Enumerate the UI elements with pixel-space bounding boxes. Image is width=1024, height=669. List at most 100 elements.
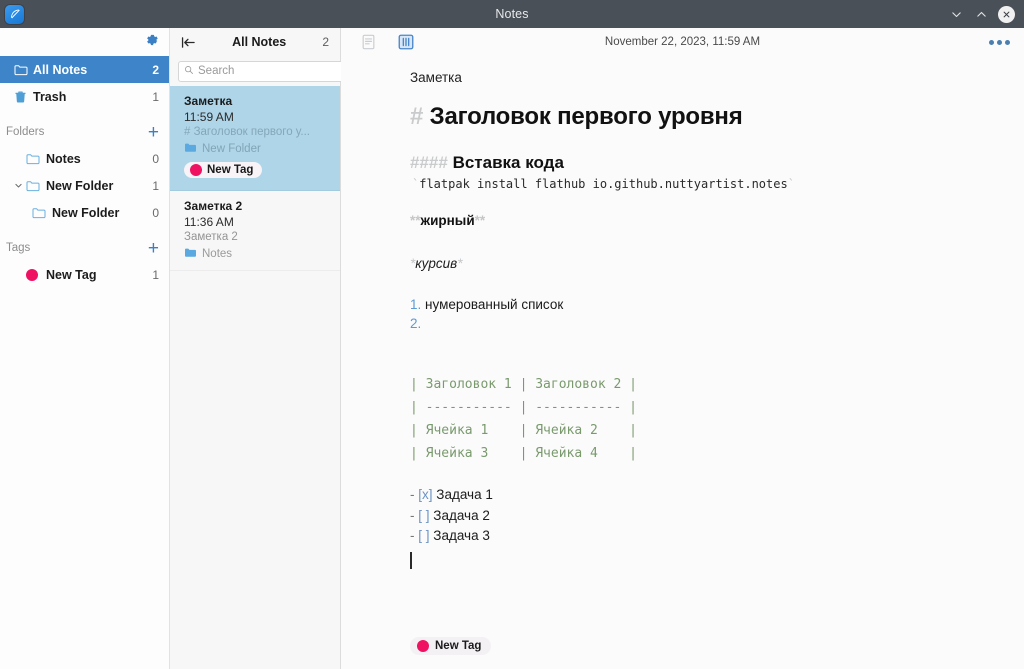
note-item-time: 11:59 AM	[184, 110, 234, 124]
sidebar-tag-new-tag[interactable]: New Tag 1	[0, 261, 169, 288]
folder-icon	[184, 142, 197, 156]
editor-tag-chip[interactable]: New Tag	[410, 637, 492, 655]
task-list-item: - [ ] Задача 2	[410, 506, 1024, 527]
more-options-icon[interactable]	[989, 39, 1010, 45]
note-item-title: Заметка 2	[184, 199, 243, 213]
list-number: 1.	[410, 297, 422, 312]
note-item-time: 11:36 AM	[184, 215, 234, 229]
document-view-icon[interactable]	[361, 34, 376, 50]
folder-label: New Folder	[46, 178, 114, 193]
list-item-text: нумерованный список	[425, 297, 564, 312]
sidebar-folder-new-folder[interactable]: New Folder 1	[0, 172, 169, 199]
gear-icon[interactable]	[145, 33, 159, 52]
task-text: Задача 1	[436, 487, 493, 502]
note-list-panel: All Notes 2 + Заметка 11:59 AM # Заголов…	[170, 28, 377, 669]
italic-text: курсив	[415, 256, 458, 271]
sidebar-toolbar	[0, 28, 169, 56]
task-checkbox-marker[interactable]: [ ]	[418, 508, 429, 523]
window-controls	[948, 5, 1024, 23]
search-box[interactable]	[178, 60, 358, 82]
window-title: Notes	[495, 7, 529, 21]
text-caret	[410, 551, 412, 569]
note-item-folder: Notes	[184, 247, 329, 261]
note-item-preview: # Заголовок первого у...	[184, 126, 310, 138]
task-checkbox-marker[interactable]: [x]	[418, 487, 432, 502]
editor-toolbar: November 22, 2023, 11:59 AM	[341, 28, 1024, 56]
markdown-bold-line: **жирный**	[410, 213, 1024, 228]
chevron-down-icon[interactable]	[10, 181, 26, 190]
bold-text: жирный	[420, 213, 475, 228]
markdown-inline-code: `flatpak install flathub io.github.nutty…	[410, 177, 1024, 191]
note-item-folder-label: New Folder	[202, 143, 261, 155]
markdown-heading-4: #### Вставка кода	[410, 153, 1024, 173]
sidebar-item-label: Trash	[33, 89, 67, 104]
folders-section-header: Folders +	[0, 119, 169, 145]
task-dash-marker: -	[410, 507, 415, 523]
folder-icon	[184, 247, 197, 261]
task-text: Задача 3	[433, 528, 490, 543]
sidebar-folder-notes[interactable]: Notes 0	[0, 145, 169, 172]
markdown-heading-1: # Заголовок первого уровня	[410, 103, 1024, 131]
folders-section-title: Folders	[6, 126, 45, 138]
close-button[interactable]	[998, 5, 1015, 23]
sidebar-folder-nested-new-folder[interactable]: New Folder 0	[0, 199, 169, 226]
tag-color-dot-icon	[26, 268, 46, 281]
app-body: All Notes 2 Trash 1 Folders + Notes 0 Ne…	[0, 28, 1024, 669]
sidebar-item-all-notes[interactable]: All Notes 2	[0, 56, 169, 83]
note-item-title: Заметка	[184, 94, 233, 108]
sidebar-item-trash[interactable]: Trash 1	[0, 83, 169, 110]
note-list-items: Заметка 11:59 AM # Заголовок первого у..…	[170, 86, 340, 669]
tag-chip: New Tag	[184, 162, 263, 178]
note-editor-panel: November 22, 2023, 11:59 AM Заметка # За…	[341, 28, 1024, 669]
search-icon	[184, 62, 194, 80]
sidebar-item-count: 2	[152, 62, 159, 77]
heading-4-text: Вставка кода	[452, 153, 564, 172]
note-item-preview: Заметка 2	[184, 231, 238, 243]
text-cursor-line	[410, 547, 1024, 569]
folder-icon	[26, 180, 46, 192]
search-input[interactable]	[198, 65, 352, 77]
tag-color-dot-icon	[190, 164, 202, 176]
window-titlebar: Notes	[0, 0, 1024, 28]
split-view-icon[interactable]	[398, 34, 414, 50]
folder-label: New Folder	[52, 205, 120, 220]
editor-footer: New Tag	[341, 637, 1024, 669]
add-folder-button[interactable]: +	[148, 123, 159, 142]
folder-icon	[32, 207, 52, 219]
editor-note-title-row: Заметка	[341, 56, 1024, 85]
sidebar: All Notes 2 Trash 1 Folders + Notes 0 Ne…	[0, 28, 170, 669]
tag-chip-label: New Tag	[207, 164, 254, 176]
trash-icon	[14, 90, 33, 104]
collapse-panel-icon[interactable]	[181, 36, 196, 49]
note-list-item[interactable]: Заметка 11:59 AM # Заголовок первого у..…	[170, 86, 340, 191]
ordered-list-item: 1. нумерованный список	[410, 297, 1024, 312]
note-date: November 22, 2023, 11:59 AM	[604, 36, 761, 48]
editor-tag-label: New Tag	[435, 640, 482, 652]
code-text: flatpak install flathub io.github.nuttya…	[419, 177, 788, 191]
maximize-button[interactable]	[973, 6, 989, 22]
folder-icon	[14, 64, 33, 76]
task-dash-marker: -	[410, 487, 415, 502]
tags-section-title: Tags	[6, 242, 31, 254]
note-list-title: All Notes	[232, 35, 287, 49]
notes-app-window: Notes All Notes 2 Trash 1 Folders + Note…	[0, 0, 1024, 669]
add-tag-button[interactable]: +	[148, 239, 159, 258]
task-checkbox-marker[interactable]: [ ]	[418, 528, 429, 543]
ordered-list-item: 2.	[410, 316, 1024, 331]
note-list-item[interactable]: Заметка 2 11:36 AM Заметка 2 Notes	[170, 191, 340, 271]
code-tick-close: `	[787, 177, 795, 191]
minimize-button[interactable]	[948, 6, 964, 22]
tag-count: 1	[152, 267, 159, 282]
note-content-area[interactable]: # Заголовок первого уровня #### Вставка …	[341, 85, 1024, 637]
note-list-count: 2	[322, 35, 329, 49]
note-title-field[interactable]: Заметка	[410, 70, 1024, 85]
task-list-item: - [x] Задача 1	[410, 485, 1024, 506]
markdown-hash-marker: ####	[410, 153, 448, 172]
heading-1-text: Заголовок первого уровня	[429, 103, 743, 130]
bold-marker-open: **	[410, 213, 421, 228]
tags-section-header: Tags +	[0, 235, 169, 261]
task-list-item: - [ ] Задача 3	[410, 526, 1024, 547]
list-number: 2.	[410, 316, 422, 331]
task-text: Задача 2	[433, 507, 490, 523]
